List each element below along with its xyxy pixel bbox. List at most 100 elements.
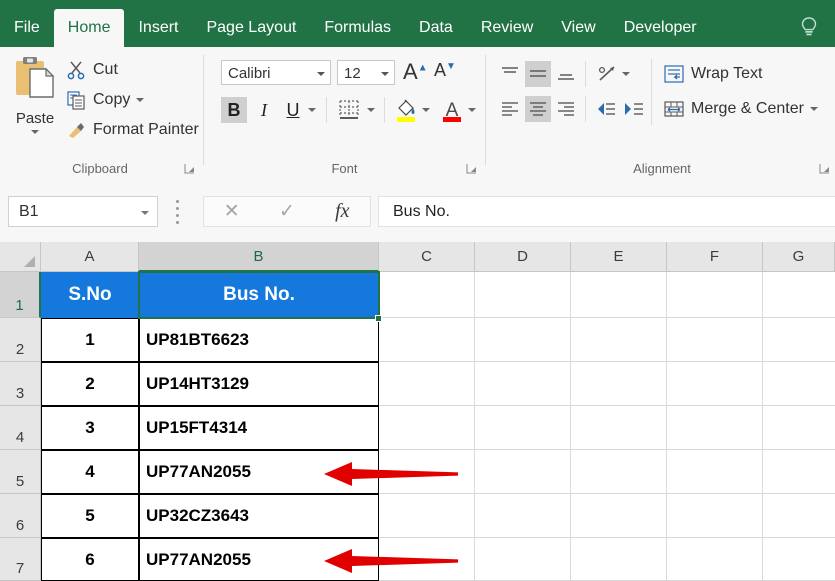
tab-formulas[interactable]: Formulas <box>310 9 405 47</box>
formula-input[interactable]: Bus No. <box>378 196 835 227</box>
underline-chevron-down-icon[interactable] <box>305 97 319 123</box>
cell-b4[interactable]: UP15FT4314 <box>139 406 379 450</box>
enter-formula-button[interactable]: ✓ <box>259 200 314 223</box>
cell-f1[interactable] <box>667 272 763 318</box>
cell-e5[interactable] <box>571 450 667 494</box>
cell-a7[interactable]: 6 <box>41 538 139 581</box>
tab-file[interactable]: File <box>0 9 54 47</box>
font-size-chevron-down-icon[interactable] <box>381 72 389 76</box>
font-color-chevron-down-icon[interactable] <box>465 97 479 123</box>
cell-f4[interactable] <box>667 406 763 450</box>
align-right-button[interactable] <box>553 96 579 122</box>
top-align-button[interactable] <box>497 61 523 87</box>
cell-f2[interactable] <box>667 318 763 362</box>
name-box-chevron-down-icon[interactable] <box>141 211 149 215</box>
row-header-5[interactable]: 5 <box>0 450 41 494</box>
tab-page-layout[interactable]: Page Layout <box>192 9 310 47</box>
cell-g1[interactable] <box>763 272 835 318</box>
cell-b2[interactable]: UP81BT6623 <box>139 318 379 362</box>
column-header-f[interactable]: F <box>667 242 763 272</box>
merge-center-chevron-down-icon[interactable] <box>809 107 818 111</box>
formula-bar-grip[interactable] <box>176 200 180 224</box>
cell-c3[interactable] <box>379 362 475 406</box>
paste-button[interactable]: Paste <box>4 55 66 167</box>
cell-d7[interactable] <box>475 538 571 581</box>
column-header-e[interactable]: E <box>571 242 667 272</box>
column-header-a[interactable]: A <box>41 242 139 272</box>
font-size-input[interactable]: 12 <box>337 60 395 85</box>
font-name-input[interactable]: Calibri <box>221 60 331 85</box>
column-header-g[interactable]: G <box>763 242 835 272</box>
merge-center-button[interactable]: Merge & Center <box>661 96 818 122</box>
align-center-button[interactable] <box>525 96 551 122</box>
cell-c1[interactable] <box>379 272 475 318</box>
decrease-indent-button[interactable] <box>593 96 619 122</box>
fill-color-button[interactable] <box>393 95 419 125</box>
cell-e7[interactable] <box>571 538 667 581</box>
cell-g6[interactable] <box>763 494 835 538</box>
decrease-font-size-button[interactable]: A▼ <box>434 60 456 81</box>
cell-a5[interactable]: 4 <box>41 450 139 494</box>
column-header-c[interactable]: C <box>379 242 475 272</box>
fill-handle[interactable] <box>375 315 382 322</box>
bold-button[interactable]: B <box>221 97 247 123</box>
tab-data[interactable]: Data <box>405 9 467 47</box>
tab-home[interactable]: Home <box>53 9 125 47</box>
copy-chevron-down-icon[interactable] <box>136 98 145 102</box>
tab-developer[interactable]: Developer <box>610 9 711 47</box>
cell-f7[interactable] <box>667 538 763 581</box>
cell-a1[interactable]: S.No <box>41 272 139 318</box>
cell-g4[interactable] <box>763 406 835 450</box>
cell-e6[interactable] <box>571 494 667 538</box>
cell-g5[interactable] <box>763 450 835 494</box>
cell-d5[interactable] <box>475 450 571 494</box>
middle-align-button[interactable] <box>525 61 551 87</box>
font-name-chevron-down-icon[interactable] <box>317 72 325 76</box>
cell-d6[interactable] <box>475 494 571 538</box>
cell-b6[interactable]: UP32CZ3643 <box>139 494 379 538</box>
cell-e3[interactable] <box>571 362 667 406</box>
clipboard-dialog-launcher[interactable] <box>184 162 196 174</box>
tab-view[interactable]: View <box>547 9 609 47</box>
row-header-2[interactable]: 2 <box>0 318 41 362</box>
cell-d3[interactable] <box>475 362 571 406</box>
cell-b3[interactable]: UP14HT3129 <box>139 362 379 406</box>
cell-a2[interactable]: 1 <box>41 318 139 362</box>
cell-e4[interactable] <box>571 406 667 450</box>
wrap-text-button[interactable]: Wrap Text <box>661 61 762 87</box>
name-box[interactable]: B1 <box>8 196 158 227</box>
paste-chevron-down-icon[interactable] <box>31 130 39 134</box>
font-dialog-launcher[interactable] <box>466 162 478 174</box>
cell-e1[interactable] <box>571 272 667 318</box>
cell-f3[interactable] <box>667 362 763 406</box>
bottom-align-button[interactable] <box>553 61 579 87</box>
tab-review[interactable]: Review <box>467 9 547 47</box>
cancel-formula-button[interactable]: ✕ <box>204 200 259 223</box>
cell-g3[interactable] <box>763 362 835 406</box>
column-header-d[interactable]: D <box>475 242 571 272</box>
column-header-b[interactable]: B <box>139 242 379 272</box>
fill-color-chevron-down-icon[interactable] <box>419 97 433 123</box>
cell-f6[interactable] <box>667 494 763 538</box>
cell-g2[interactable] <box>763 318 835 362</box>
orientation-button[interactable] <box>595 61 621 87</box>
cell-c6[interactable] <box>379 494 475 538</box>
row-header-4[interactable]: 4 <box>0 406 41 450</box>
cell-f5[interactable] <box>667 450 763 494</box>
row-header-7[interactable]: 7 <box>0 538 41 581</box>
align-left-button[interactable] <box>497 96 523 122</box>
increase-indent-button[interactable] <box>621 96 647 122</box>
copy-button[interactable]: Copy <box>64 87 145 113</box>
cell-a3[interactable]: 2 <box>41 362 139 406</box>
cell-c4[interactable] <box>379 406 475 450</box>
borders-chevron-down-icon[interactable] <box>364 97 378 123</box>
cell-b1[interactable]: Bus No. <box>139 272 379 318</box>
cell-c2[interactable] <box>379 318 475 362</box>
cut-button[interactable]: Cut <box>64 57 118 83</box>
insert-function-button[interactable]: fx <box>315 200 370 223</box>
italic-button[interactable]: I <box>251 97 277 123</box>
cell-d1[interactable] <box>475 272 571 318</box>
row-header-6[interactable]: 6 <box>0 494 41 538</box>
cell-a4[interactable]: 3 <box>41 406 139 450</box>
cell-e2[interactable] <box>571 318 667 362</box>
